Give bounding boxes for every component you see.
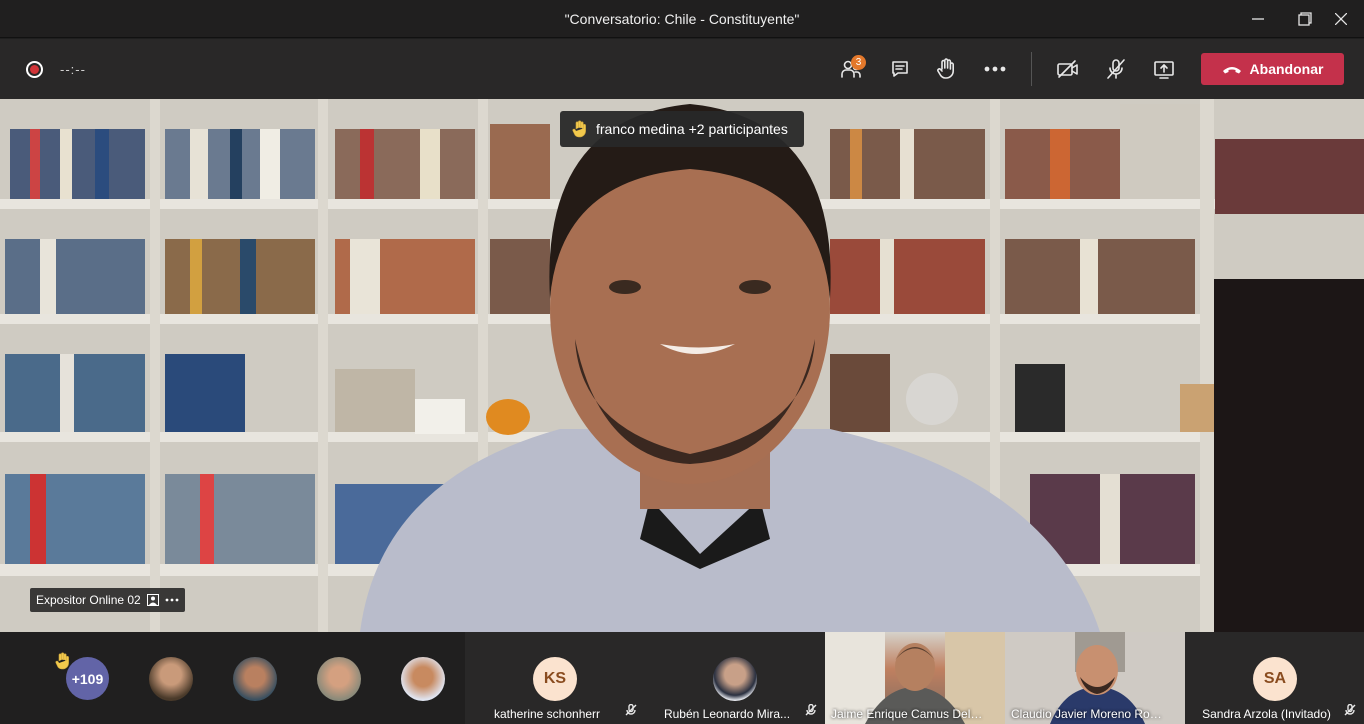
- camera-toggle-button[interactable]: [1051, 53, 1085, 85]
- speaker-name: Expositor Online 02: [36, 593, 141, 607]
- raise-hand-button[interactable]: [929, 53, 963, 85]
- camera-off-icon: [1057, 60, 1078, 78]
- participant-tile[interactable]: SA Sandra Arzola (Invitado): [1185, 632, 1364, 724]
- participant-video-tile[interactable]: Claudio Javier Moreno Rojas: [1005, 632, 1185, 724]
- participant-initials: SA: [1253, 657, 1297, 701]
- close-button[interactable]: [1318, 0, 1364, 38]
- more-options-icon[interactable]: [165, 598, 179, 602]
- participant-avatar[interactable]: [401, 657, 445, 701]
- overflow-count: +109: [71, 670, 104, 687]
- window-title: "Conversatorio: Chile - Constituyente": [564, 11, 800, 27]
- participant-name: katherine schonherr: [493, 707, 601, 721]
- share-screen-button[interactable]: [1147, 53, 1181, 85]
- participant-tile[interactable]: Rubén Leonardo Mira...: [645, 632, 825, 724]
- mic-off-icon: [625, 703, 637, 721]
- minimize-button[interactable]: [1235, 0, 1281, 38]
- mic-off-icon: [805, 703, 817, 721]
- hang-up-icon: [1222, 67, 1241, 74]
- toolbar-divider: [1031, 52, 1032, 86]
- participant-avatar: [713, 657, 757, 701]
- participant-name: Rubén Leonardo Mira...: [663, 707, 791, 721]
- participant-strip: +109 KS katherine schonherr Rubén Leonar…: [0, 632, 1364, 724]
- pin-person-icon: [146, 594, 159, 606]
- participant-name: Sandra Arzola (Invitado): [1202, 707, 1331, 721]
- speaker-video-feed: [0, 99, 1364, 632]
- participant-avatar[interactable]: [233, 657, 277, 701]
- more-actions-button[interactable]: [978, 53, 1012, 85]
- leave-call-button[interactable]: Abandonar: [1201, 53, 1344, 85]
- hand-icon: [937, 58, 954, 79]
- participants-count-badge: 3: [851, 55, 866, 70]
- participant-name: Jaime Enrique Camus Del ...: [831, 707, 984, 721]
- more-icon: [984, 66, 1006, 72]
- speaker-name-tag[interactable]: Expositor Online 02: [30, 588, 185, 612]
- chat-icon: [892, 61, 908, 77]
- raised-hand-icon: [572, 120, 586, 138]
- show-participants-button[interactable]: 3: [834, 53, 868, 85]
- share-icon: [1154, 61, 1174, 79]
- main-video-stage[interactable]: franco medina +2 participantes: [0, 99, 1364, 632]
- participant-avatar[interactable]: [317, 657, 361, 701]
- leave-label: Abandonar: [1249, 61, 1324, 77]
- title-bar: "Conversatorio: Chile - Constituyente": [0, 0, 1364, 38]
- mic-off-icon: [1107, 59, 1125, 79]
- meeting-timer: --:--: [60, 62, 86, 77]
- participant-avatar[interactable]: [149, 657, 193, 701]
- raised-hand-notification[interactable]: franco medina +2 participantes: [560, 111, 804, 147]
- participant-video-tile[interactable]: Jaime Enrique Camus Del ...: [825, 632, 1005, 724]
- meeting-toolbar: --:-- 3 Abandonar: [0, 39, 1364, 99]
- raised-hand-text: franco medina +2 participantes: [596, 121, 788, 137]
- mic-toggle-button[interactable]: [1099, 53, 1133, 85]
- show-chat-button[interactable]: [883, 53, 917, 85]
- participant-initials: KS: [533, 657, 577, 701]
- recording-icon: [26, 61, 43, 78]
- mic-off-icon: [1344, 703, 1356, 721]
- participant-name: Claudio Javier Moreno Rojas: [1011, 707, 1166, 721]
- participant-tile[interactable]: KS katherine schonherr: [465, 632, 645, 724]
- overflow-participants-button[interactable]: +109: [66, 657, 109, 700]
